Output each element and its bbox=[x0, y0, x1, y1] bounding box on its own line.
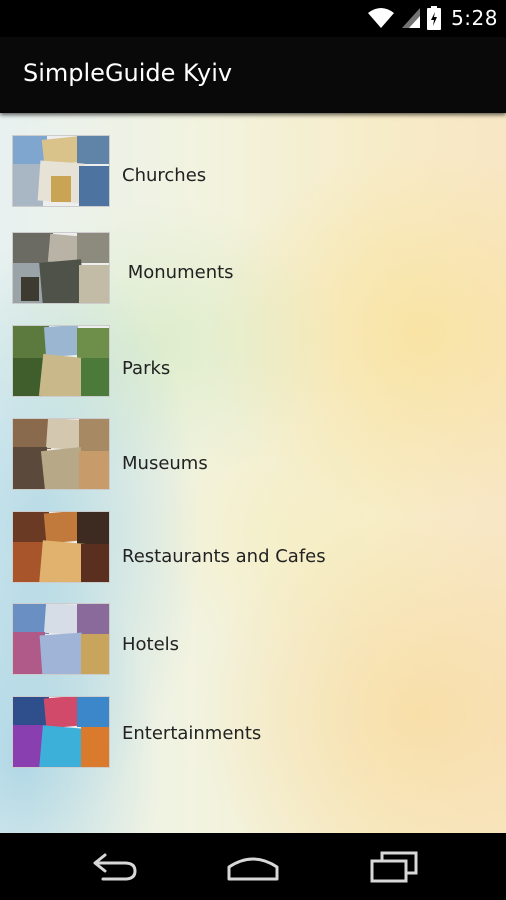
category-label: Churches bbox=[122, 165, 207, 186]
category-label: Museums bbox=[122, 453, 208, 474]
category-thumbnail bbox=[12, 418, 110, 490]
category-list-background: Churches Monuments Parks Museums Restaur… bbox=[0, 113, 506, 833]
category-label: Restaurants and Cafes bbox=[122, 546, 326, 567]
wifi-icon bbox=[368, 8, 395, 28]
category-thumbnail bbox=[12, 232, 110, 304]
back-icon[interactable] bbox=[83, 849, 143, 885]
action-bar: SimpleGuide Kyiv bbox=[0, 37, 506, 113]
category-item-entertainments[interactable]: Entertainments bbox=[0, 696, 506, 776]
category-item-parks[interactable]: Parks bbox=[0, 325, 506, 405]
category-thumbnail bbox=[12, 696, 110, 768]
category-item-museums[interactable]: Museums bbox=[0, 418, 506, 498]
category-label: Entertainments bbox=[122, 723, 262, 744]
category-label: Parks bbox=[122, 358, 171, 379]
status-time: 5:28 bbox=[451, 6, 498, 30]
home-icon[interactable] bbox=[223, 849, 283, 885]
category-item-hotels[interactable]: Hotels bbox=[0, 603, 506, 683]
category-label: Monuments bbox=[122, 262, 234, 283]
category-label: Hotels bbox=[122, 634, 180, 655]
category-item-monuments[interactable]: Monuments bbox=[0, 232, 506, 312]
category-thumbnail bbox=[12, 135, 110, 207]
cell-signal-icon bbox=[402, 8, 421, 28]
battery-icon bbox=[427, 6, 442, 30]
status-icons: 5:28 bbox=[367, 5, 498, 31]
category-thumbnail bbox=[12, 603, 110, 675]
app-title: SimpleGuide Kyiv bbox=[23, 59, 233, 87]
status-bar: 5:28 bbox=[0, 0, 506, 37]
category-thumbnail bbox=[12, 325, 110, 397]
navigation-bar bbox=[0, 833, 506, 900]
category-item-restaurants-and-cafes[interactable]: Restaurants and Cafes bbox=[0, 511, 506, 591]
category-thumbnail bbox=[12, 511, 110, 583]
recent-apps-icon[interactable] bbox=[364, 849, 424, 885]
category-item-churches[interactable]: Churches bbox=[0, 135, 506, 215]
